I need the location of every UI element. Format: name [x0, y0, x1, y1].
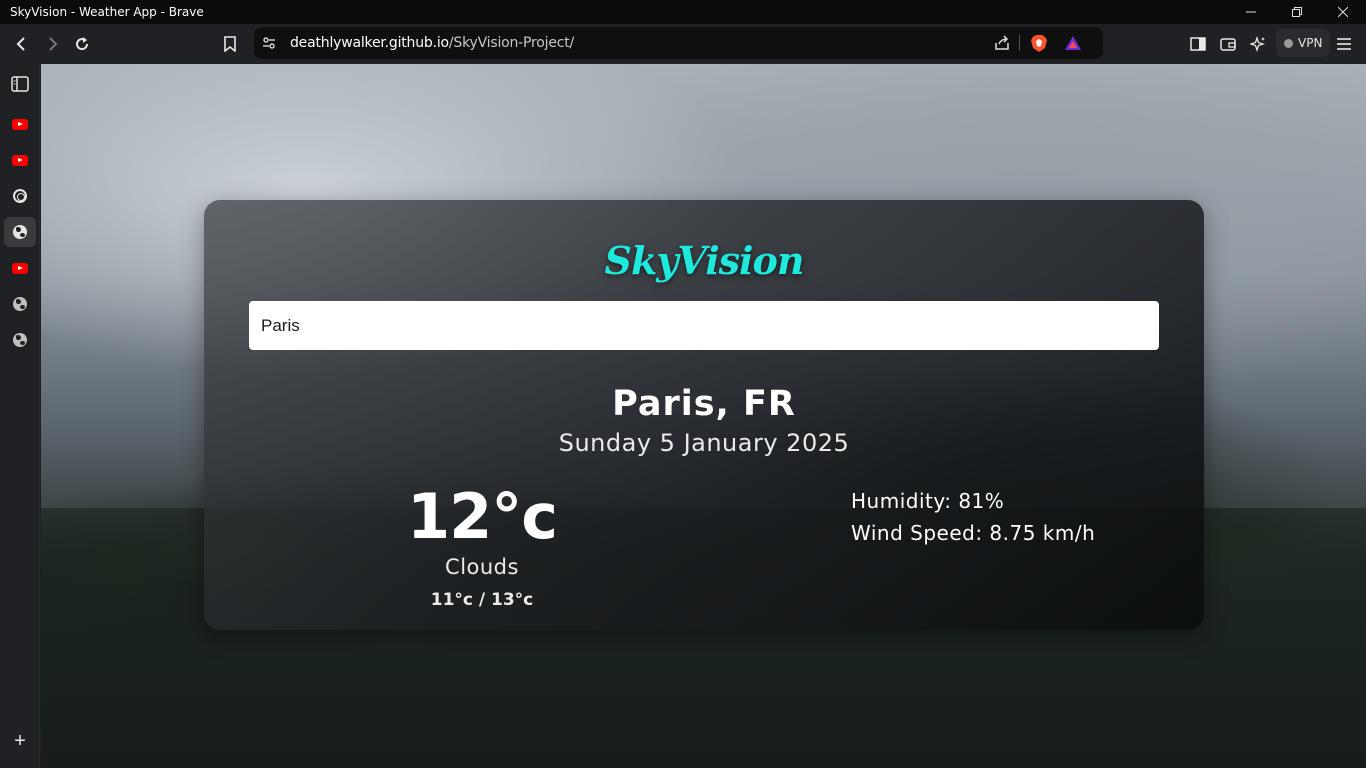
weather-condition: Clouds: [445, 555, 519, 579]
bookmark-icon: [224, 36, 236, 52]
url-host: deathlywalker.github.io: [290, 35, 449, 51]
hamburger-menu-icon: [1337, 38, 1351, 50]
weather-card: SkyVision Paris, FR Sunday 5 January 202…: [204, 200, 1204, 630]
sidebar-toggle-button[interactable]: [1183, 29, 1213, 59]
sidebar-item-globe-3[interactable]: [4, 325, 36, 355]
wallet-button[interactable]: [1213, 29, 1243, 59]
youtube-icon: [12, 154, 28, 166]
share-icon[interactable]: [994, 35, 1010, 51]
sidebar-item-youtube-3[interactable]: [4, 253, 36, 283]
back-icon: [16, 37, 25, 51]
sidebar-item-globe-2[interactable]: [4, 289, 36, 319]
browser-toolbar: deathlywalker.github.io/SkyVision-Projec…: [0, 24, 1366, 64]
address-bar[interactable]: deathlywalker.github.io/SkyVision-Projec…: [254, 27, 1103, 59]
sidebar-toggle-icon: [1190, 37, 1206, 51]
current-date: Sunday 5 January 2025: [558, 429, 850, 457]
window-title: SkyVision - Weather App - Brave: [10, 5, 204, 19]
humidity-value: 81%: [958, 489, 1005, 513]
vpn-status-icon: [1284, 38, 1293, 48]
back-button[interactable]: [7, 29, 37, 59]
sidebar-item-youtube-1[interactable]: [4, 109, 36, 139]
temperature-range: 11°c / 13°c: [430, 590, 534, 610]
sidebar-panel-icon: [11, 76, 29, 92]
wind-label: Wind Speed:: [851, 521, 990, 545]
site-settings-icon: [263, 37, 275, 49]
humidity-stat: Humidity: 81%: [851, 489, 1004, 513]
brave-rewards-icon[interactable]: [1064, 35, 1082, 51]
globe-icon: [13, 225, 27, 239]
leo-ai-button[interactable]: [1243, 29, 1273, 59]
main-menu-button[interactable]: [1329, 29, 1359, 59]
omnibox-divider: [1019, 35, 1020, 51]
vpn-label: VPN: [1298, 36, 1323, 50]
sidebar-item-chatgpt[interactable]: [4, 181, 36, 211]
leo-ai-icon: [1250, 36, 1266, 52]
city-search-input[interactable]: [249, 301, 1159, 350]
plus-icon: +: [14, 729, 26, 752]
sidebar-panel-button[interactable]: [4, 69, 36, 99]
app-logo: SkyVision: [604, 238, 805, 283]
sidebar-add-button[interactable]: +: [4, 726, 36, 756]
brave-shields-icon[interactable]: [1030, 34, 1048, 53]
close-icon[interactable]: [1320, 0, 1366, 24]
sidebar-item-youtube-2[interactable]: [4, 145, 36, 175]
window-titlebar: SkyVision - Weather App - Brave: [0, 0, 1366, 24]
wind-value: 8.75 km/h: [989, 521, 1096, 545]
globe-icon: [13, 333, 27, 347]
restore-icon[interactable]: [1274, 0, 1320, 24]
vpn-button[interactable]: VPN: [1276, 29, 1331, 57]
forward-icon: [49, 37, 58, 51]
globe-icon: [13, 297, 27, 311]
chatgpt-icon: [13, 189, 27, 203]
minimize-icon[interactable]: [1228, 0, 1274, 24]
reload-button[interactable]: [67, 29, 97, 59]
city-name: Paris, FR: [612, 384, 796, 424]
url-path: /SkyVision-Project/: [448, 35, 575, 51]
reload-icon: [76, 37, 89, 51]
web-page: SkyVision Paris, FR Sunday 5 January 202…: [41, 64, 1366, 768]
youtube-icon: [12, 118, 28, 130]
current-temperature: 12°c: [406, 480, 558, 553]
bookmark-button[interactable]: [215, 29, 245, 59]
forward-button[interactable]: [37, 29, 67, 59]
wallet-icon: [1220, 38, 1236, 51]
wind-speed-stat: Wind Speed: 8.75 km/h: [851, 521, 1095, 545]
youtube-icon: [12, 262, 28, 274]
browser-sidebar: +: [0, 64, 40, 768]
humidity-label: Humidity:: [851, 489, 959, 513]
sidebar-item-globe-active[interactable]: [4, 217, 36, 247]
url-text[interactable]: deathlywalker.github.io/SkyVision-Projec…: [290, 35, 574, 51]
